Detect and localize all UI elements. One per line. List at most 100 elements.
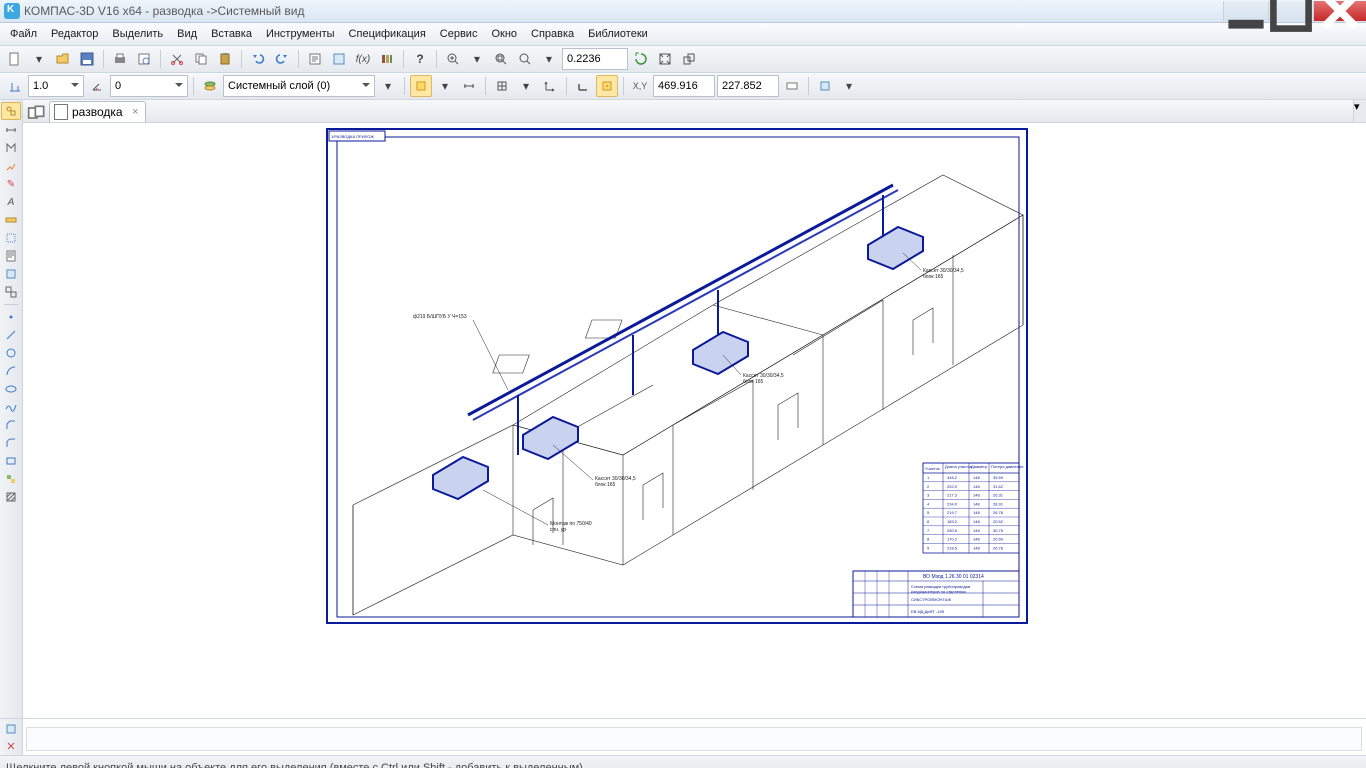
menu-insert[interactable]: Вставка (205, 26, 258, 42)
step-dropdown[interactable]: 1.0 (28, 75, 84, 97)
coord-y-field[interactable]: 227.852 (717, 75, 779, 97)
layers-manage-button[interactable]: ▾ (377, 75, 399, 97)
prop-accept-button[interactable] (2, 721, 20, 737)
views-tool[interactable] (2, 284, 20, 300)
param-tool[interactable]: A (2, 194, 20, 210)
rectangle-tool[interactable] (2, 453, 20, 469)
angle-dropdown[interactable]: 0 (110, 75, 188, 97)
undo-button[interactable] (247, 48, 269, 70)
tabstrip-overflow[interactable]: ▾ (1353, 100, 1366, 122)
circle-tool[interactable] (2, 345, 20, 361)
coord-x-field[interactable]: 469.916 (653, 75, 715, 97)
tab-list-button[interactable] (27, 104, 47, 122)
zoom-prev-button[interactable] (514, 48, 536, 70)
geometry-tool[interactable] (1, 102, 21, 120)
grid-button[interactable] (491, 75, 513, 97)
zoom-window-button[interactable] (678, 48, 700, 70)
paste-button[interactable] (214, 48, 236, 70)
cut-button[interactable] (166, 48, 188, 70)
menu-select[interactable]: Выделить (106, 26, 169, 42)
zoom-refresh-button[interactable] (630, 48, 652, 70)
menu-edit[interactable]: Редактор (45, 26, 104, 42)
dimensions-tool[interactable] (2, 122, 20, 138)
separator (103, 50, 104, 68)
menu-window[interactable]: Окно (485, 26, 523, 42)
open-button[interactable] (52, 48, 74, 70)
zoom-in-button[interactable] (442, 48, 464, 70)
dimension-button[interactable] (458, 75, 480, 97)
tab-close-icon[interactable]: × (132, 106, 138, 118)
select-tool[interactable] (2, 230, 20, 246)
measure-tool[interactable] (2, 212, 20, 228)
line-tool[interactable] (2, 327, 20, 343)
prop-cancel-button[interactable] (2, 738, 20, 754)
zoom-field[interactable]: 0.2236 (562, 48, 628, 70)
close-button[interactable] (1313, 1, 1366, 21)
library-button[interactable] (376, 48, 398, 70)
svg-text:219.7: 219.7 (947, 510, 958, 515)
layer-dropdown[interactable]: Системный слой (0) (223, 75, 375, 97)
local-cs-button[interactable] (539, 75, 561, 97)
new-doc-button[interactable] (4, 48, 26, 70)
save-button[interactable] (76, 48, 98, 70)
ellipse-tool[interactable] (2, 381, 20, 397)
grid-dropdown[interactable]: ▾ (515, 75, 537, 97)
new-doc-dropdown[interactable]: ▾ (28, 48, 50, 70)
fillet-tool[interactable] (2, 435, 20, 451)
text-tool[interactable] (2, 158, 20, 174)
chamfer-tool[interactable] (2, 417, 20, 433)
layer-state-button[interactable] (199, 75, 221, 97)
zoom-fit-button[interactable] (490, 48, 512, 70)
document-tab[interactable]: разводка × (49, 101, 146, 122)
maximize-button[interactable] (1268, 1, 1313, 21)
coord-toggle-button[interactable] (781, 75, 803, 97)
menu-libs[interactable]: Библиотеки (582, 26, 654, 42)
copy-props-button[interactable] (814, 75, 836, 97)
cursor-coord-button[interactable]: X,Y (629, 75, 651, 97)
svg-text:252.0: 252.0 (947, 484, 958, 489)
svg-text:2: 2 (927, 484, 930, 489)
tab-label: разводка (72, 105, 123, 119)
menu-edit-label: Редактор (51, 28, 98, 40)
redo-button[interactable] (271, 48, 293, 70)
snap-step-button[interactable] (4, 75, 26, 97)
ortho-button[interactable] (410, 75, 432, 97)
copy-button[interactable] (190, 48, 212, 70)
minimize-button[interactable] (1223, 1, 1268, 21)
fx-button[interactable]: f(x) (352, 48, 374, 70)
arc-tool[interactable] (2, 363, 20, 379)
symbols-tool[interactable] (2, 140, 20, 156)
assembly-tool[interactable] (2, 471, 20, 487)
menu-spec[interactable]: Спецификация (343, 26, 432, 42)
spline-tool[interactable] (2, 399, 20, 415)
hatch-tool[interactable] (2, 489, 20, 505)
edit-tool[interactable]: ✎ (2, 176, 20, 192)
drawing-canvas[interactable]: 1/РАЗВОДКА ПРИЛОЖ (23, 123, 1366, 718)
menu-help-label: Справка (531, 28, 574, 40)
coord-x-value: 469.916 (658, 80, 698, 92)
ortho-dropdown[interactable]: ▾ (434, 75, 456, 97)
copy-props-dropdown[interactable]: ▾ (838, 75, 860, 97)
variables-button[interactable] (328, 48, 350, 70)
zoom-in-dropdown[interactable]: ▾ (466, 48, 488, 70)
menu-help[interactable]: Справка (525, 26, 580, 42)
separator (485, 77, 486, 95)
svg-text:7: 7 (927, 528, 930, 533)
print-button[interactable] (109, 48, 131, 70)
snap-round-button[interactable] (596, 75, 618, 97)
menu-service[interactable]: Сервис (434, 26, 484, 42)
svg-text:26.78: 26.78 (993, 545, 1004, 550)
angle-snap-button[interactable] (86, 75, 108, 97)
ortho-mode-button[interactable] (572, 75, 594, 97)
help-cursor-button[interactable]: ? (409, 48, 431, 70)
spec-tool[interactable] (2, 248, 20, 264)
properties-button[interactable] (304, 48, 326, 70)
print-preview-button[interactable] (133, 48, 155, 70)
point-tool[interactable] (2, 309, 20, 325)
report-tool[interactable] (2, 266, 20, 282)
zoom-prev-dropdown[interactable]: ▾ (538, 48, 560, 70)
menu-file[interactable]: Файл (4, 26, 43, 42)
menu-view[interactable]: Вид (171, 26, 203, 42)
menu-tools[interactable]: Инструменты (260, 26, 341, 42)
zoom-all-button[interactable] (654, 48, 676, 70)
